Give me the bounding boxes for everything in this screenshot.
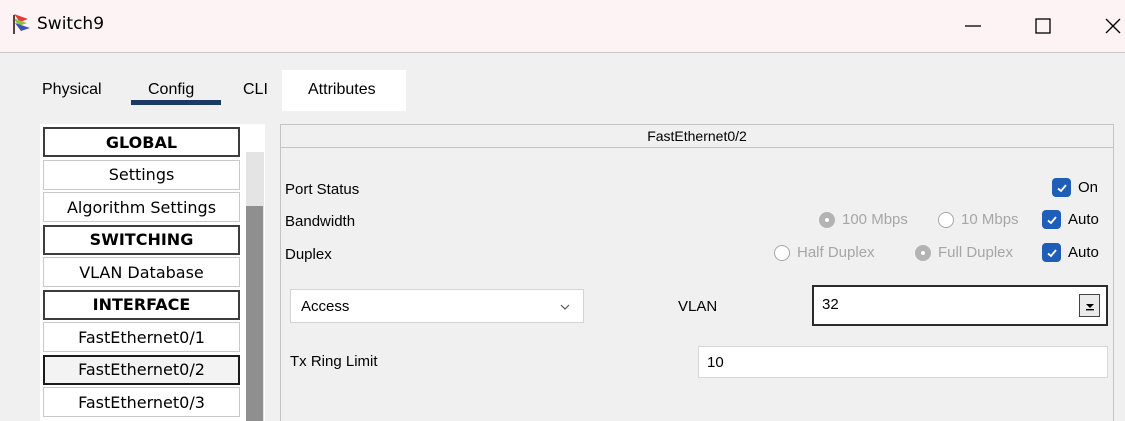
- vlan-combobox[interactable]: 32: [812, 285, 1108, 326]
- port-name-header: FastEthernet0/2: [281, 125, 1113, 148]
- minimize-button[interactable]: [950, 8, 996, 44]
- sidebar-menu: GLOBAL Settings Algorithm Settings SWITC…: [43, 127, 240, 420]
- tx-ring-limit-input[interactable]: 10: [698, 346, 1108, 378]
- checkmark-icon: [1052, 178, 1071, 197]
- tx-ring-limit-label: Tx Ring Limit: [290, 353, 378, 370]
- active-tab-indicator: [131, 100, 221, 105]
- bandwidth-100-label: 100 Mbps: [842, 211, 908, 228]
- duplex-auto-label: Auto: [1068, 244, 1099, 261]
- minimize-icon: [965, 25, 981, 27]
- maximize-icon: [1035, 18, 1051, 34]
- duplex-half-radio[interactable]: Half Duplex: [774, 244, 875, 261]
- radio-empty-icon: [938, 211, 954, 228]
- radio-empty-icon: [774, 244, 790, 261]
- tab-attributes[interactable]: Attributes: [308, 81, 376, 99]
- dropdown-arrow-icon: [1085, 303, 1094, 310]
- sidebar-item-fastethernet0-1[interactable]: FastEthernet0/1: [43, 322, 240, 352]
- duplex-full-radio[interactable]: Full Duplex: [915, 244, 1013, 261]
- tx-ring-limit-value: 10: [707, 353, 724, 371]
- window-title: Switch9: [37, 14, 105, 34]
- duplex-full-label: Full Duplex: [938, 244, 1014, 261]
- tab-cli[interactable]: CLI: [243, 81, 268, 99]
- sidebar-item-algorithm-settings[interactable]: Algorithm Settings: [43, 192, 240, 222]
- port-config-panel: FastEthernet0/2 Port Status On Bandwidth…: [280, 124, 1114, 421]
- duplex-label: Duplex: [285, 246, 332, 263]
- radio-selected-icon: [819, 211, 835, 228]
- bandwidth-label: Bandwidth: [285, 213, 356, 230]
- bandwidth-10-label: 10 Mbps: [961, 211, 1019, 228]
- sidebar-header-interface: INTERFACE: [43, 289, 240, 320]
- vlan-dropdown-button[interactable]: [1079, 294, 1100, 317]
- duplex-auto-checkbox[interactable]: Auto: [1042, 243, 1099, 262]
- port-status-label: Port Status: [285, 181, 360, 198]
- close-icon: [1105, 18, 1121, 34]
- duplex-half-label: Half Duplex: [797, 244, 875, 261]
- title-bar: Switch9: [0, 0, 1125, 53]
- sidebar-header-global: GLOBAL: [43, 127, 240, 157]
- window-content: Physical Config CLI Attributes GLOBAL Se…: [0, 53, 1125, 421]
- chevron-down-icon: [560, 304, 570, 310]
- sidebar-item-settings[interactable]: Settings: [43, 159, 240, 190]
- sidebar-header-switching: SWITCHING: [43, 224, 240, 255]
- bandwidth-auto-checkbox[interactable]: Auto: [1042, 210, 1099, 229]
- bandwidth-auto-label: Auto: [1068, 211, 1099, 228]
- switch-device-icon: [13, 14, 30, 34]
- tab-physical[interactable]: Physical: [42, 81, 102, 99]
- vlan-label: VLAN: [678, 298, 718, 315]
- maximize-button[interactable]: [1020, 8, 1066, 44]
- sidebar-item-fastethernet0-3[interactable]: FastEthernet0/3: [43, 387, 240, 417]
- port-mode-select[interactable]: Access: [290, 289, 584, 323]
- sidebar-item-fastethernet0-2[interactable]: FastEthernet0/2: [43, 354, 240, 385]
- checkmark-icon: [1042, 210, 1061, 229]
- checkmark-icon: [1042, 243, 1061, 262]
- port-status-on-checkbox[interactable]: On: [1052, 178, 1098, 197]
- sidebar-scrollbar-thumb[interactable]: [246, 206, 263, 421]
- vlan-value: 32: [822, 296, 839, 313]
- bandwidth-10-radio[interactable]: 10 Mbps: [938, 211, 1019, 228]
- tab-config[interactable]: Config: [148, 81, 194, 99]
- radio-selected-icon: [915, 244, 931, 261]
- close-button[interactable]: [1090, 8, 1125, 44]
- bandwidth-100-radio[interactable]: 100 Mbps: [819, 211, 908, 228]
- port-mode-value: Access: [301, 297, 350, 315]
- config-sidebar: GLOBAL Settings Algorithm Settings SWITC…: [40, 124, 265, 421]
- port-status-on-label: On: [1078, 179, 1099, 196]
- sidebar-item-vlan-database[interactable]: VLAN Database: [43, 257, 240, 287]
